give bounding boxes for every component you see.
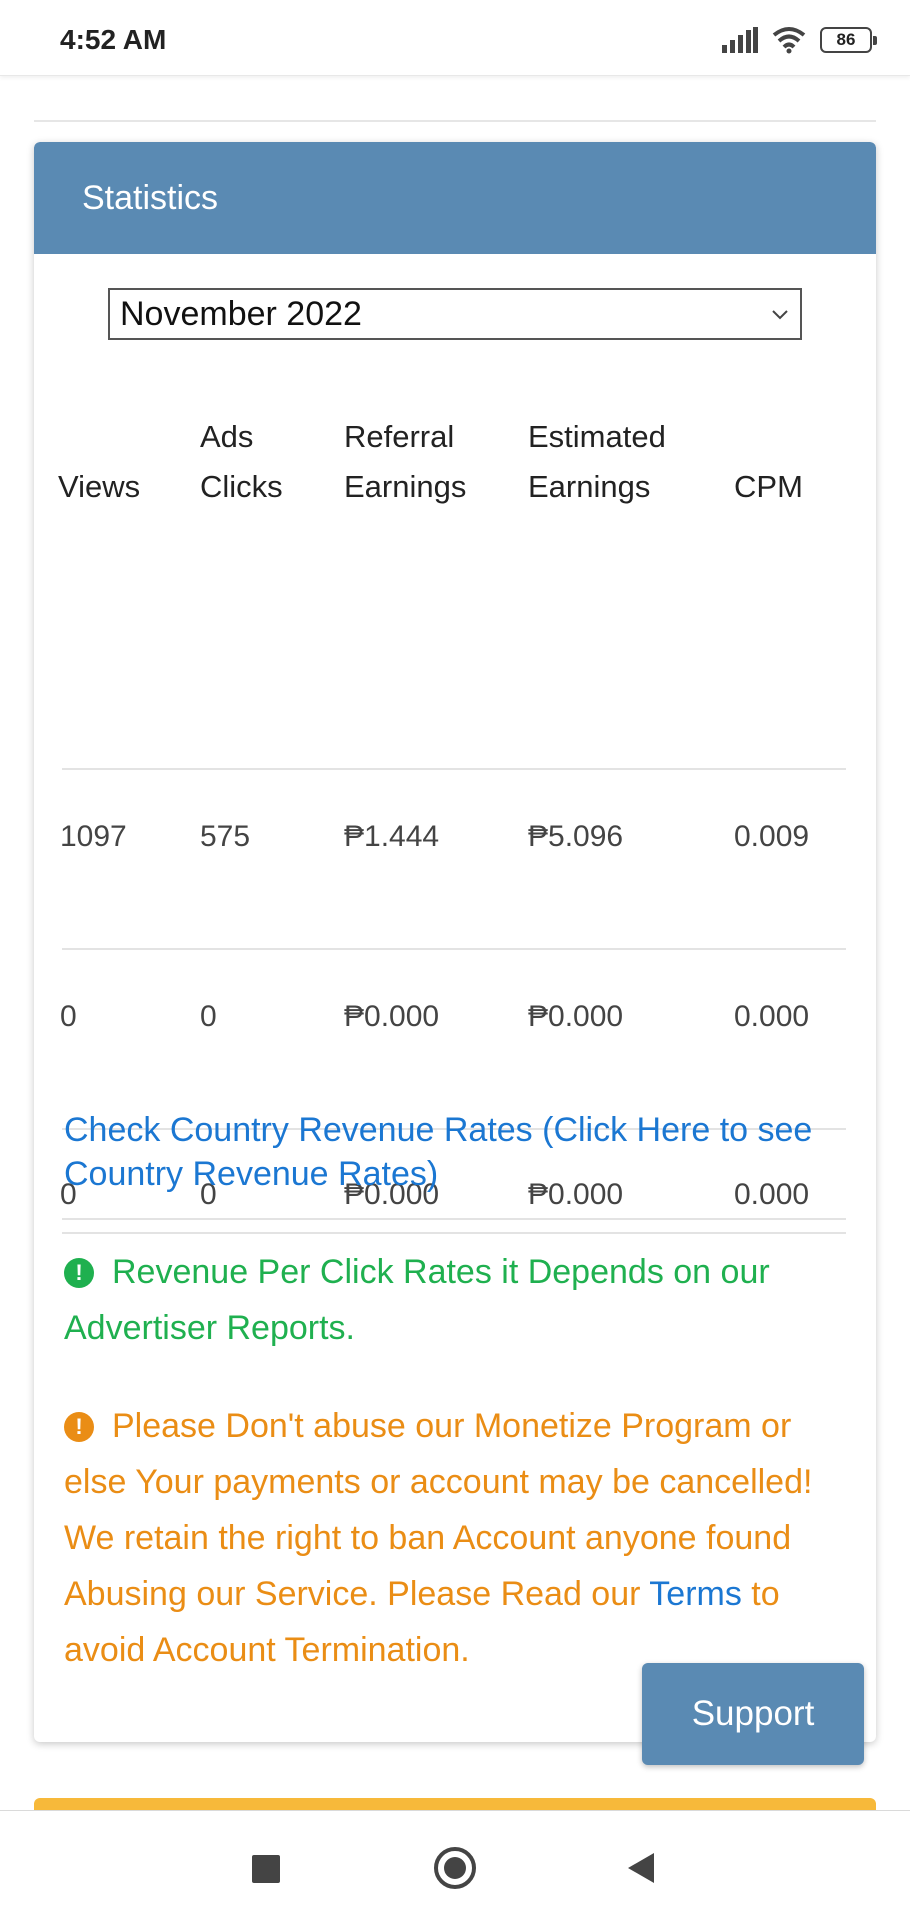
top-divider [34,120,876,122]
header-cpm: CPM [734,469,803,504]
navigation-bar [0,1810,910,1920]
wifi-icon [772,27,806,54]
cell-views: 0 [60,1000,77,1033]
header-estimated-earnings: Estimated Earnings [528,419,666,504]
recent-apps-icon[interactable] [252,1855,280,1883]
notice-success-text: Revenue Per Click Rates it Depends on ou… [64,1253,770,1347]
exclamation-circle-icon: ! [64,1258,94,1288]
cell-estimated-earnings: ₱5.096 [528,820,624,853]
section-divider [62,1218,846,1220]
chevron-down-icon [772,310,788,320]
card-title: Statistics [34,142,876,254]
status-icons: 86 [722,26,877,54]
status-time: 4:52 AM [60,24,167,55]
cell-cpm: 0.009 [734,820,810,853]
status-bar: 4:52 AM 86 [0,0,910,76]
cell-ads-clicks: 575 [200,820,251,853]
cell-cpm: 0.000 [734,1000,810,1033]
back-icon[interactable] [628,1853,654,1883]
header-views: Views [58,469,141,504]
cell-ads-clicks: 0 [200,1000,217,1033]
month-select-value: November 2022 [120,295,362,333]
notice-success: ! Revenue Per Click Rates it Depends on o… [64,1244,824,1356]
month-select[interactable]: November 2022 [108,288,802,340]
country-revenue-rates-link[interactable]: Check Country Revenue Rates (Click Here … [64,1108,814,1196]
exclamation-circle-icon: ! [64,1412,94,1442]
cell-estimated-earnings: ₱0.000 [528,1000,624,1033]
row-divider [62,1232,846,1234]
row-divider [62,768,846,770]
signal-icon [722,27,758,53]
support-button[interactable]: Support [642,1663,864,1765]
cell-views: 1097 [60,820,127,853]
cell-referral-earnings: ₱1.444 [344,820,440,853]
row-divider [62,948,846,950]
header-ads-clicks: Ads Clicks [200,419,283,504]
notice-warning: ! Please Don't abuse our Monetize Program… [64,1398,824,1678]
home-icon[interactable] [434,1847,476,1889]
terms-link[interactable]: Terms [649,1575,742,1613]
header-referral-earnings: Referral Earnings [344,419,467,504]
cell-referral-earnings: ₱0.000 [344,1000,440,1033]
battery-icon: 86 [820,27,877,53]
